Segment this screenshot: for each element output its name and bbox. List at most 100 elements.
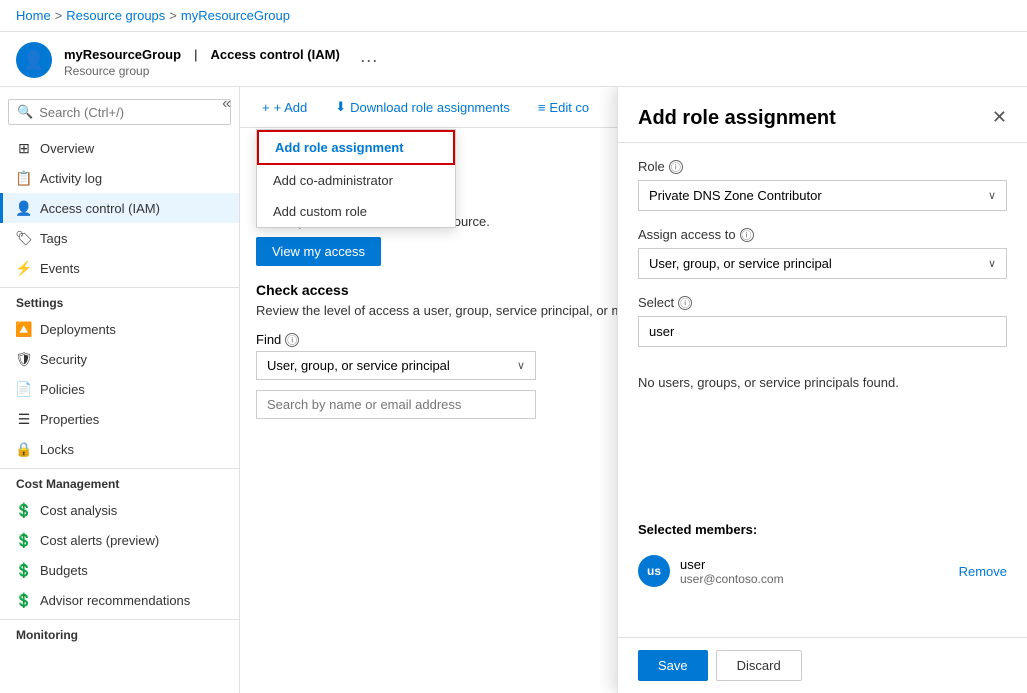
select-input[interactable] (638, 316, 1007, 347)
sidebar-item-budgets[interactable]: 💲 Budgets (0, 555, 239, 585)
add-label: + Add (274, 100, 308, 115)
assign-access-field-group: Assign access to ⓘ User, group, or servi… (638, 227, 1007, 279)
sidebar-item-label: Budgets (40, 563, 88, 578)
cost-alerts-icon: 💲 (16, 532, 32, 548)
assign-chevron-icon: ∨ (988, 257, 996, 270)
add-custom-role-menu-item[interactable]: Add custom role (257, 196, 455, 227)
search-icon: 🔍 (17, 104, 33, 120)
sidebar-item-locks[interactable]: 🔒 Locks (0, 434, 239, 464)
no-results-message: No users, groups, or service principals … (638, 363, 1007, 402)
assign-access-value: User, group, or service principal (649, 256, 832, 271)
title-area: myResourceGroup | Access control (IAM) R… (64, 43, 340, 78)
download-button[interactable]: ⬇ Download role assignments (329, 95, 516, 119)
member-name: user (680, 557, 949, 572)
find-type-value: User, group, or service principal (267, 358, 450, 373)
sidebar-item-label: Deployments (40, 322, 116, 337)
sidebar-item-label: Access control (IAM) (40, 201, 160, 216)
add-dropdown-menu: Add role assignment Add co-administrator… (256, 129, 456, 228)
advisor-icon: 💲 (16, 592, 32, 608)
breadcrumb-home[interactable]: Home (16, 8, 51, 23)
events-icon: ⚡ (16, 260, 32, 276)
select-info-icon[interactable]: ⓘ (678, 296, 692, 310)
sidebar-item-security[interactable]: 🛡 Security (0, 344, 239, 374)
role-info-icon[interactable]: ⓘ (669, 160, 683, 174)
monitoring-section-label: Monitoring (0, 619, 239, 646)
add-co-administrator-menu-item[interactable]: Add co-administrator (257, 165, 455, 196)
add-icon: + (262, 100, 270, 115)
sidebar-item-activity-log[interactable]: 📋 Activity log (0, 163, 239, 193)
properties-icon: ☰ (16, 411, 32, 427)
sidebar-item-label: Policies (40, 382, 85, 397)
sidebar-search-input[interactable] (39, 105, 222, 120)
search-by-name-input[interactable] (256, 390, 536, 419)
sidebar-item-label: Cost alerts (preview) (40, 533, 159, 548)
sidebar-item-properties[interactable]: ☰ Properties (0, 404, 239, 434)
avatar: 👤 (16, 42, 52, 78)
member-item: us user user@contoso.com Remove (638, 547, 1007, 595)
member-info: user user@contoso.com (680, 557, 949, 586)
panel-body: Role ⓘ Private DNS Zone Contributor ∨ As… (618, 143, 1027, 637)
assign-access-label: Assign access to ⓘ (638, 227, 1007, 242)
assign-info-icon[interactable]: ⓘ (740, 228, 754, 242)
select-label: Select ⓘ (638, 295, 1007, 310)
member-remove-link[interactable]: Remove (959, 564, 1007, 579)
settings-section-label: Settings (0, 287, 239, 314)
sidebar-item-deployments[interactable]: 🔼 Deployments (0, 314, 239, 344)
sidebar-item-tags[interactable]: 🏷 Tags (0, 223, 239, 253)
ellipsis-menu[interactable]: ··· (360, 50, 378, 71)
role-value: Private DNS Zone Contributor (649, 188, 822, 203)
sidebar-item-overview[interactable]: ⊞ Overview (0, 133, 239, 163)
sidebar-item-cost-alerts[interactable]: 💲 Cost alerts (preview) (0, 525, 239, 555)
sidebar-item-label: Overview (40, 141, 94, 156)
collapse-sidebar-button[interactable]: « (214, 91, 239, 117)
activity-log-icon: 📋 (16, 170, 32, 186)
discard-button[interactable]: Discard (716, 650, 802, 681)
panel-footer: Save Discard (618, 637, 1027, 693)
content-area: + + Add ⬇ Download role assignments ≡ Ed… (240, 87, 1027, 693)
cost-management-section-label: Cost Management (0, 468, 239, 495)
edit-button[interactable]: ≡ Edit co (532, 96, 595, 119)
edit-icon: ≡ (538, 100, 546, 115)
panel-close-button[interactable]: ✕ (992, 107, 1007, 128)
sidebar-search-box[interactable]: 🔍 (8, 99, 231, 125)
main-layout: « 🔍 ⊞ Overview 📋 Activity log 👤 Access c… (0, 87, 1027, 693)
view-my-access-button[interactable]: View my access (256, 237, 381, 266)
add-role-assignment-panel: Add role assignment ✕ Role ⓘ Private DNS… (617, 87, 1027, 693)
breadcrumb-sep1: > (55, 8, 63, 23)
selected-members-label: Selected members: (638, 522, 1007, 537)
sidebar-item-label: Tags (40, 231, 67, 246)
sidebar-item-advisor[interactable]: 💲 Advisor recommendations (0, 585, 239, 615)
sidebar: « 🔍 ⊞ Overview 📋 Activity log 👤 Access c… (0, 87, 240, 693)
sidebar-item-label: Events (40, 261, 80, 276)
add-role-assignment-menu-item[interactable]: Add role assignment (257, 130, 455, 165)
overview-icon: ⊞ (16, 140, 32, 156)
assign-access-dropdown[interactable]: User, group, or service principal ∨ (638, 248, 1007, 279)
sidebar-item-access-control[interactable]: 👤 Access control (IAM) (0, 193, 239, 223)
page-title: myResourceGroup | Access control (IAM) (64, 43, 340, 64)
breadcrumb-sep2: > (169, 8, 177, 23)
role-chevron-icon: ∨ (988, 189, 996, 202)
breadcrumb-resource-groups[interactable]: Resource groups (66, 8, 165, 23)
sidebar-item-policies[interactable]: 📄 Policies (0, 374, 239, 404)
add-button[interactable]: + + Add (256, 96, 313, 119)
panel-header: Add role assignment ✕ (618, 87, 1027, 143)
policies-icon: 📄 (16, 381, 32, 397)
breadcrumb-current[interactable]: myResourceGroup (181, 8, 290, 23)
access-control-icon: 👤 (16, 200, 32, 216)
sidebar-item-label: Security (40, 352, 87, 367)
sidebar-item-events[interactable]: ⚡ Events (0, 253, 239, 283)
budgets-icon: 💲 (16, 562, 32, 578)
sidebar-item-cost-analysis[interactable]: 💲 Cost analysis (0, 495, 239, 525)
sidebar-item-label: Properties (40, 412, 99, 427)
role-label: Role ⓘ (638, 159, 1007, 174)
tags-icon: 🏷 (16, 230, 32, 246)
panel-title: Add role assignment (638, 107, 836, 130)
dropdown-chevron-icon: ∨ (517, 359, 525, 372)
find-type-dropdown[interactable]: User, group, or service principal ∨ (256, 351, 536, 380)
sidebar-item-label: Activity log (40, 171, 102, 186)
role-dropdown[interactable]: Private DNS Zone Contributor ∨ (638, 180, 1007, 211)
find-info-icon[interactable]: ⓘ (285, 333, 299, 347)
deployments-icon: 🔼 (16, 321, 32, 337)
save-button[interactable]: Save (638, 650, 708, 681)
edit-label: Edit co (549, 100, 589, 115)
